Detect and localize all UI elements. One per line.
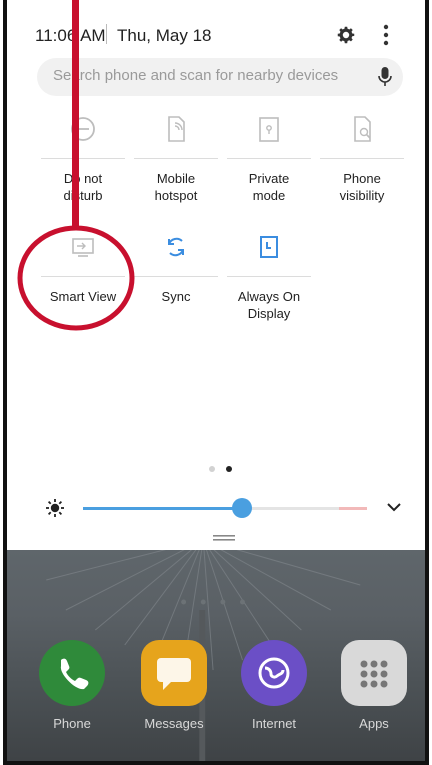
brightness-thumb[interactable] [232, 498, 253, 518]
tile-label: Do not disturb [63, 171, 103, 203]
brightness-warning-range [339, 507, 367, 510]
smart-view-icon [72, 238, 94, 257]
tile-sync[interactable]: Sync [130, 226, 222, 346]
private-mode-icon [259, 117, 279, 142]
internet-icon [258, 657, 290, 689]
home-screen-background: Phone Messages Internet Apps [7, 550, 425, 761]
apps-label: Apps [359, 716, 389, 731]
tile-label: Phone visibility [339, 171, 385, 203]
phone-frame: 11:06 AM Thu, May 18 Search phone and sc… [3, 0, 429, 765]
page-dot-1[interactable] [209, 466, 215, 472]
phone-icon [60, 658, 89, 690]
tile-label: Smart View [49, 289, 117, 304]
brightness-slider[interactable] [83, 507, 367, 510]
internet-app-icon[interactable] [241, 640, 307, 706]
search-bar[interactable]: Search phone and scan for nearby devices [37, 58, 403, 96]
status-date: Thu, May 18 [117, 26, 212, 45]
tile-private-mode[interactable]: Private mode [223, 108, 315, 228]
phone-app-icon[interactable] [39, 640, 105, 706]
quick-settings-grid: Do not disturb Mobile hotspot Private mo… [37, 108, 407, 348]
tile-label: Sync [161, 289, 191, 304]
search-input[interactable]: Search phone and scan for nearby devices [53, 67, 338, 84]
chevron-down-icon[interactable] [385, 500, 403, 514]
tile-phone-visibility[interactable]: Phone visibility [316, 108, 408, 228]
status-bar: 11:06 AM Thu, May 18 [7, 18, 425, 54]
status-divider [106, 24, 107, 44]
minus-circle-icon [71, 117, 95, 141]
page-dot-2[interactable] [226, 466, 232, 472]
messages-app-icon[interactable] [141, 640, 207, 706]
tile-divider [227, 158, 311, 159]
messages-icon [157, 658, 191, 690]
apps-drawer-icon[interactable] [341, 640, 407, 706]
hotspot-icon [168, 116, 185, 142]
more-vertical-icon[interactable] [383, 24, 389, 46]
phone-visibility-icon [354, 116, 371, 142]
status-time: 11:06 AM [35, 26, 106, 45]
drag-handle-icon[interactable] [213, 535, 235, 541]
tile-divider [41, 276, 125, 277]
brightness-icon [46, 499, 64, 517]
tile-label: Private mode [248, 171, 290, 203]
tile-divider [320, 158, 404, 159]
tile-do-not-disturb[interactable]: Do not disturb [37, 108, 129, 228]
tile-mobile-hotspot[interactable]: Mobile hotspot [130, 108, 222, 228]
messages-app-label: Messages [144, 716, 204, 731]
tile-label: Always On Display [237, 289, 301, 321]
tile-divider [227, 276, 311, 277]
apps-icon [360, 660, 388, 688]
phone-app-label: Phone [53, 716, 91, 731]
tile-divider [41, 158, 125, 159]
tile-label: Mobile hotspot [154, 171, 198, 203]
brightness-fill [83, 507, 243, 510]
tile-divider [134, 276, 218, 277]
tile-divider [134, 158, 218, 159]
tile-smart-view[interactable]: Smart View [37, 226, 129, 346]
gear-icon[interactable] [335, 24, 357, 46]
always-on-display-icon [260, 236, 278, 258]
tile-always-on-display[interactable]: Always On Display [223, 226, 315, 346]
sync-icon [168, 237, 184, 257]
internet-app-label: Internet [251, 716, 297, 731]
microphone-icon[interactable] [377, 66, 393, 88]
